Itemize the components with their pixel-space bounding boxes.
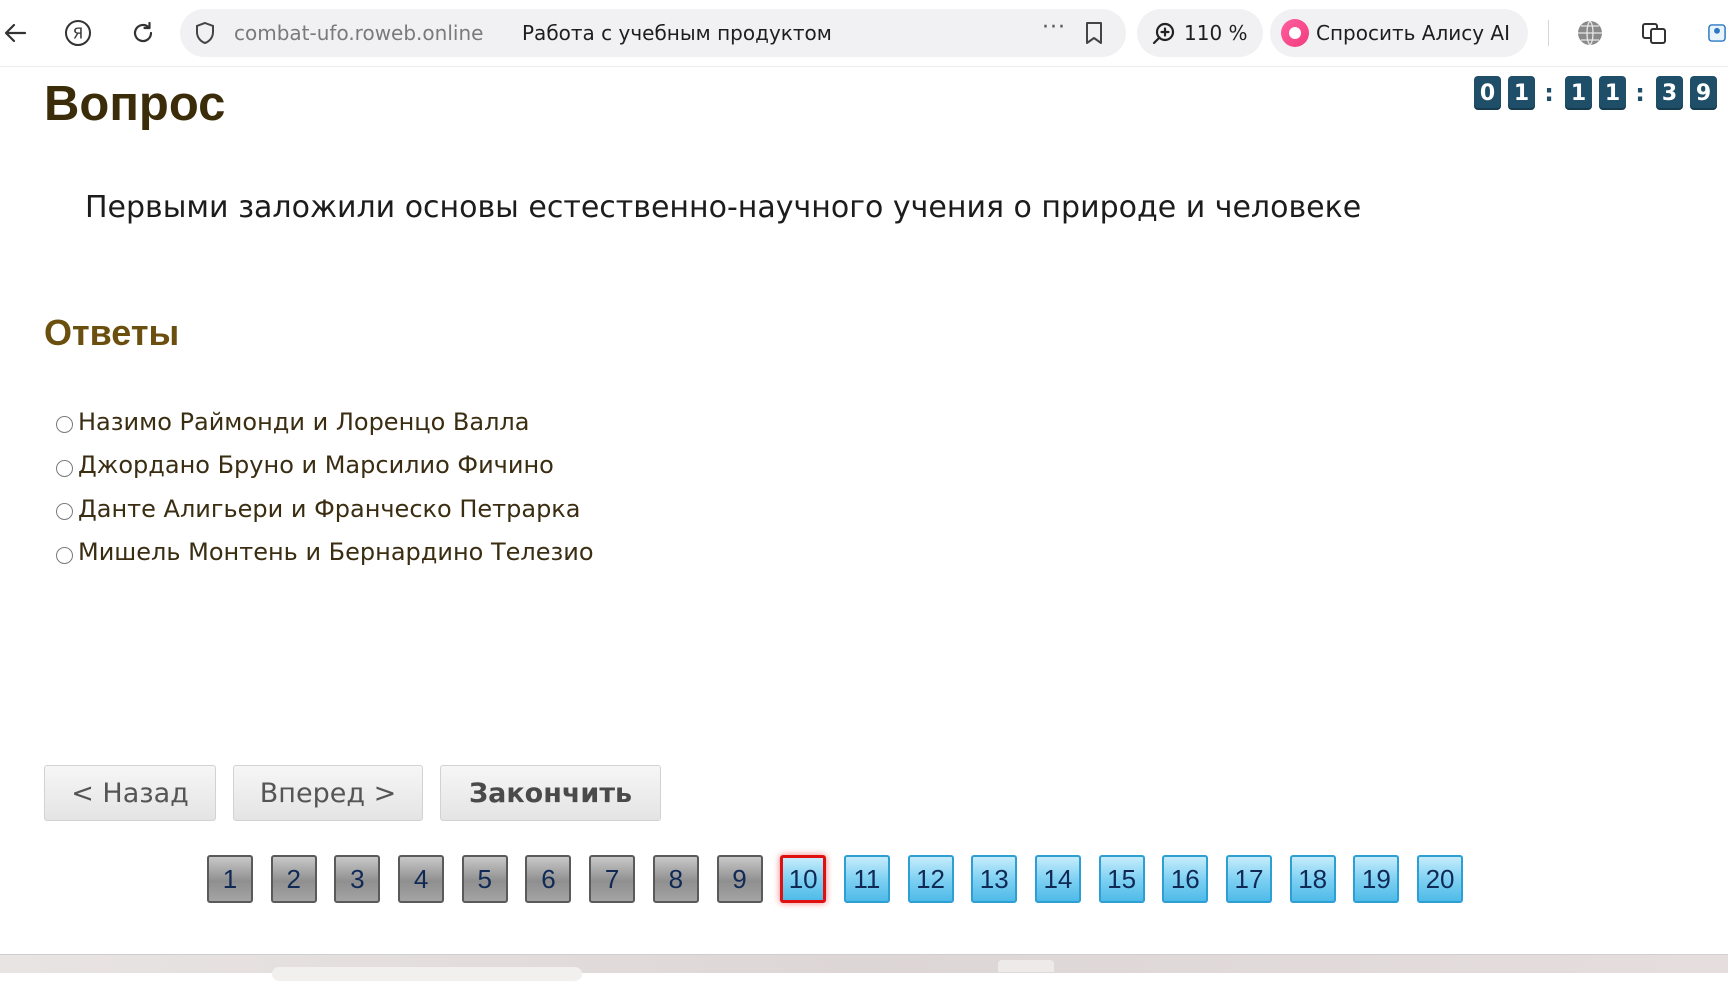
question-number-button[interactable]: 20 xyxy=(1417,855,1464,903)
answer-list: Назимо Раймонди и Лоренцо Валла Джордано… xyxy=(56,400,594,574)
more-options-icon[interactable]: ··· xyxy=(1042,15,1066,40)
question-number-button[interactable]: 16 xyxy=(1162,855,1209,903)
answer-option[interactable]: Мишель Монтень и Бернардино Телезио xyxy=(56,531,594,575)
address-url[interactable]: combat-ufo.roweb.online xyxy=(234,21,483,45)
back-arrow-icon[interactable] xyxy=(0,17,32,49)
question-number-button[interactable]: 2 xyxy=(270,855,317,903)
profile-icon[interactable] xyxy=(1706,17,1728,49)
forward-button[interactable]: Вперед > xyxy=(233,765,423,821)
countdown-timer: 0 1 : 1 1 : 3 9 xyxy=(1474,76,1724,110)
question-pager: 1 2 3 4 5 6 7 8 9 10 11 12 13 14 15 16 17 18 19 20 xyxy=(207,855,1481,903)
question-number-button[interactable]: 8 xyxy=(652,855,699,903)
timer-separator: : xyxy=(1544,79,1554,107)
extensions-icon[interactable] xyxy=(1638,17,1670,49)
timer-digit: 1 xyxy=(1565,76,1592,110)
question-number-button[interactable]: 18 xyxy=(1289,855,1336,903)
answer-label[interactable]: Данте Алигьери и Франческо Петрарка xyxy=(78,495,581,523)
browser-toolbar: Я combat-ufo.roweb.online Работа с учебн… xyxy=(0,0,1728,67)
timer-digit: 1 xyxy=(1508,76,1535,110)
answer-option[interactable]: Данте Алигьери и Франческо Петрарка xyxy=(56,487,594,531)
svg-text:Я: Я xyxy=(73,25,83,43)
question-number-button[interactable]: 17 xyxy=(1226,855,1272,903)
question-number-current-button[interactable]: 10 xyxy=(780,855,827,903)
question-number-button[interactable]: 15 xyxy=(1098,855,1145,903)
question-number-button[interactable]: 7 xyxy=(589,855,636,903)
yandex-logo-icon[interactable]: Я xyxy=(62,17,94,49)
answer-label[interactable]: Мишель Монтень и Бернардино Телезио xyxy=(78,538,594,566)
ask-alice-label: Спросить Алису AI xyxy=(1316,21,1510,45)
taskbar-pill xyxy=(272,967,582,981)
timer-digit: 9 xyxy=(1690,76,1717,110)
bookmark-icon[interactable] xyxy=(1084,21,1104,49)
shield-icon[interactable] xyxy=(194,21,216,49)
question-text: Первыми заложили основы естественно-науч… xyxy=(85,190,1362,225)
answers-heading: Ответы xyxy=(44,312,180,353)
timer-digit: 0 xyxy=(1474,76,1501,110)
taskbar-strip xyxy=(0,954,1728,981)
question-number-button[interactable]: 12 xyxy=(907,855,954,903)
answer-label[interactable]: Назимо Раймонди и Лоренцо Валла xyxy=(78,408,529,436)
answer-label[interactable]: Джордано Бруно и Марсилио Фичино xyxy=(78,451,554,479)
translate-globe-icon[interactable] xyxy=(1574,17,1606,49)
address-bar[interactable]: combat-ufo.roweb.online Работа с учебным… xyxy=(180,9,1126,57)
answer-radio[interactable] xyxy=(56,546,73,564)
question-heading: Вопрос xyxy=(44,77,226,131)
question-number-button[interactable]: 19 xyxy=(1353,855,1400,903)
tab-page-title: Работа с учебным продуктом xyxy=(522,21,832,45)
question-number-button[interactable]: 13 xyxy=(971,855,1018,903)
timer-digit: 1 xyxy=(1599,76,1626,110)
answer-radio[interactable] xyxy=(56,503,73,521)
back-button[interactable]: < Назад xyxy=(44,765,216,821)
timer-digit: 3 xyxy=(1656,76,1683,110)
question-number-button[interactable]: 11 xyxy=(843,855,890,903)
question-number-button[interactable]: 1 xyxy=(207,855,253,903)
reload-icon[interactable] xyxy=(127,17,159,49)
question-number-button[interactable]: 14 xyxy=(1034,855,1081,903)
question-number-button[interactable]: 3 xyxy=(334,855,381,903)
question-number-button[interactable]: 4 xyxy=(398,855,445,903)
zoom-in-icon xyxy=(1151,21,1177,51)
finish-button[interactable]: Закончить xyxy=(440,765,661,821)
question-number-button[interactable]: 5 xyxy=(461,855,508,903)
zoom-level: 110 % xyxy=(1184,21,1248,45)
timer-separator: : xyxy=(1635,79,1645,107)
answer-option[interactable]: Джордано Бруно и Марсилио Фичино xyxy=(56,444,594,488)
taskbar-tab xyxy=(998,960,1054,972)
toolbar-divider xyxy=(1548,20,1549,46)
answer-option[interactable]: Назимо Раймонди и Лоренцо Валла xyxy=(56,400,594,444)
question-number-button[interactable]: 6 xyxy=(525,855,572,903)
alice-icon xyxy=(1281,19,1309,47)
question-number-button[interactable]: 9 xyxy=(716,855,763,903)
ask-alice-button[interactable]: Спросить Алису AI xyxy=(1270,9,1528,57)
zoom-indicator[interactable]: 110 % xyxy=(1137,9,1263,57)
answer-radio[interactable] xyxy=(56,416,73,434)
answer-radio[interactable] xyxy=(56,459,73,477)
